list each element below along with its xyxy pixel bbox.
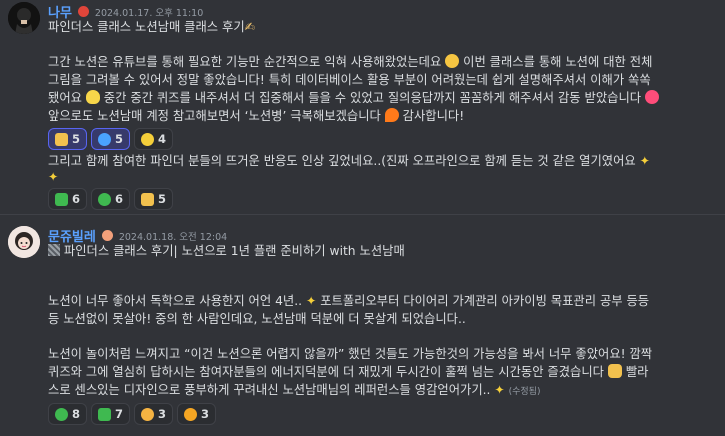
reaction-count: 7 [115,407,124,421]
message-line: 퀴즈와 그에 열심히 답하시는 참여자분들의 에너지덕분에 더 재밌게 두시간이… [48,363,648,381]
timestamp: 2024.01.17. 오후 11:10 [94,7,204,19]
avatar[interactable] [8,2,40,34]
sparkles-icon: ✦ [639,154,650,168]
message-title: 파인더스 클래스 후기| 노션으로 1년 플랜 준비하기 with 노션남매 [48,242,405,260]
reaction-count: 5 [158,192,167,206]
green-heart-icon [98,192,112,206]
divider [0,214,725,215]
message-line: 등 노션없이 못살아! 중의 한 사람인데요, 노션남매 덕분에 더 못살게 되… [48,312,466,326]
reaction-sparkle[interactable]: 7 [91,403,131,425]
fire-icon [384,108,399,122]
reaction-thumbs-up[interactable]: 5 [134,188,174,210]
reactions-row: 8 7 3 3 [48,403,217,425]
message-line: 그림을 그려볼 수 있어서 정말 좋았습니다! 특히 데이터베이스 활용 부분이… [48,73,651,87]
message-line: 그리고 함께 참여한 파인더 분들의 뜨거운 반응도 인상 깊었네요..(진짜 … [48,152,650,170]
message-text: 그리고 함께 참여한 파인더 분들의 뜨거운 반응도 인상 깊었네요..(진짜 … [48,154,636,168]
message-text: 파인더스 클래스 후기| 노션으로 1년 플랜 준비하기 with 노션남매 [63,244,405,258]
tomato-icon [77,6,89,17]
reaction-count: 5 [72,132,81,146]
message-line: ✦ [48,168,58,186]
sparkles-icon: ✦ [48,170,59,184]
sun-icon [184,407,198,421]
message-text: 퀴즈와 그에 열심히 답하시는 참여자분들의 에너지덕분에 더 재밌게 두시간이… [48,365,604,379]
reaction-count: 8 [72,407,81,421]
message-text: 빨라 [625,365,649,379]
crying-face-icon [445,54,460,68]
message-title: 파인더스 클래스 노션남매 클래스 후기✍ [48,18,255,36]
message-line: 노션이 놀이처럼 느껴지고 “이건 노션으론 어렵지 않을까” 했던 것들도 가… [48,347,653,361]
reaction-count: 4 [158,132,167,146]
message-line: 그간 노션은 유튜브를 통해 필요한 기능만 순간적으로 익혀 사용해왔었는데요… [48,53,652,71]
reaction-smile-hearts[interactable]: 3 [134,403,174,425]
reaction-count: 3 [158,407,167,421]
reaction-thumbs-up[interactable]: 5 [48,128,88,150]
message-line: 노션이 너무 좋아서 독학으로 사용한지 어언 4년.. ✦ 포트폴리오부터 다… [48,292,649,310]
message-text: 스로 센스있는 디자인으로 풍부하게 꾸려내신 노션남매님의 레퍼런스들 영감얻… [48,383,491,397]
sparkle-icon [98,407,112,421]
reaction-green-heart[interactable]: 6 [91,188,131,210]
peach-icon [101,230,113,241]
reaction-green-heart[interactable]: 8 [48,403,88,425]
message-text: 중간 중간 퀴즈를 내주셔서 더 집중해서 들을 수 있었고 질의응답까지 꼼꼼… [103,91,642,105]
reaction-blue-heart[interactable]: 5 [91,128,131,150]
reaction-count: 6 [115,192,124,206]
yellow-heart-icon [141,132,155,146]
message-text: 이번 클래스를 통해 노션에 대한 전체 [463,55,653,69]
message-text: 노션이 너무 좋아서 독학으로 사용한지 어언 4년.. [48,294,303,308]
message-text: 포트폴리오부터 다이어리 가계관리 아카이빙 목표관리 공부 등등 [320,294,650,308]
thumbs-up-icon [141,192,155,206]
reaction-sun[interactable]: 3 [177,403,217,425]
reaction-sparkle[interactable]: 6 [48,188,88,210]
pattern-block-icon [48,244,60,256]
message-line: 스로 센스있는 디자인으로 풍부하게 꾸려내신 노션남매님의 레퍼런스들 영감얻… [48,381,540,401]
edited-label: (수정됨) [508,387,541,397]
message-text: 파인더스 클래스 노션남매 클래스 후기 [48,20,245,34]
reaction-count: 3 [201,407,210,421]
reactions-row: 5 5 4 [48,128,174,150]
writing-hand-icon: ✍ [244,20,255,34]
message-line: 됐어요 중간 중간 퀴즈를 내주셔서 더 집중해서 들을 수 있었고 질의응답까… [48,89,659,107]
timestamp: 2024.01.18. 오전 12:04 [118,231,228,243]
green-heart-icon [55,407,68,421]
message-line: 앞으로도 노션남매 계정 참고해보면서 ‘노션병’ 극복해보겠습니다 감사합니다… [48,107,464,125]
sparkles-icon: ✦ [494,383,505,397]
reactions-row: 6 6 5 [48,188,174,210]
heart-icon [645,90,659,104]
message-text: 앞으로도 노션남매 계정 참고해보면서 ‘노션병’ 극복해보겠습니다 [48,109,381,123]
message-text: 감사합니다! [402,109,465,123]
lightbulb-icon [85,90,100,104]
smiling-face-hearts-icon [141,407,155,421]
avatar[interactable] [8,226,40,258]
sparkle-icon [55,192,68,206]
heart-hands-icon [607,364,622,378]
thumbs-up-icon [55,132,68,146]
reaction-yellow-heart[interactable]: 4 [134,128,174,150]
message-text: 됐어요 [48,91,82,105]
reaction-count: 5 [115,132,124,146]
blue-heart-icon [98,132,112,146]
sparkles-icon: ✦ [305,294,317,308]
reaction-count: 6 [72,192,81,206]
message-text: 그간 노션은 유튜브를 통해 필요한 기능만 순간적으로 익혀 사용해왔었는데요 [48,55,442,69]
